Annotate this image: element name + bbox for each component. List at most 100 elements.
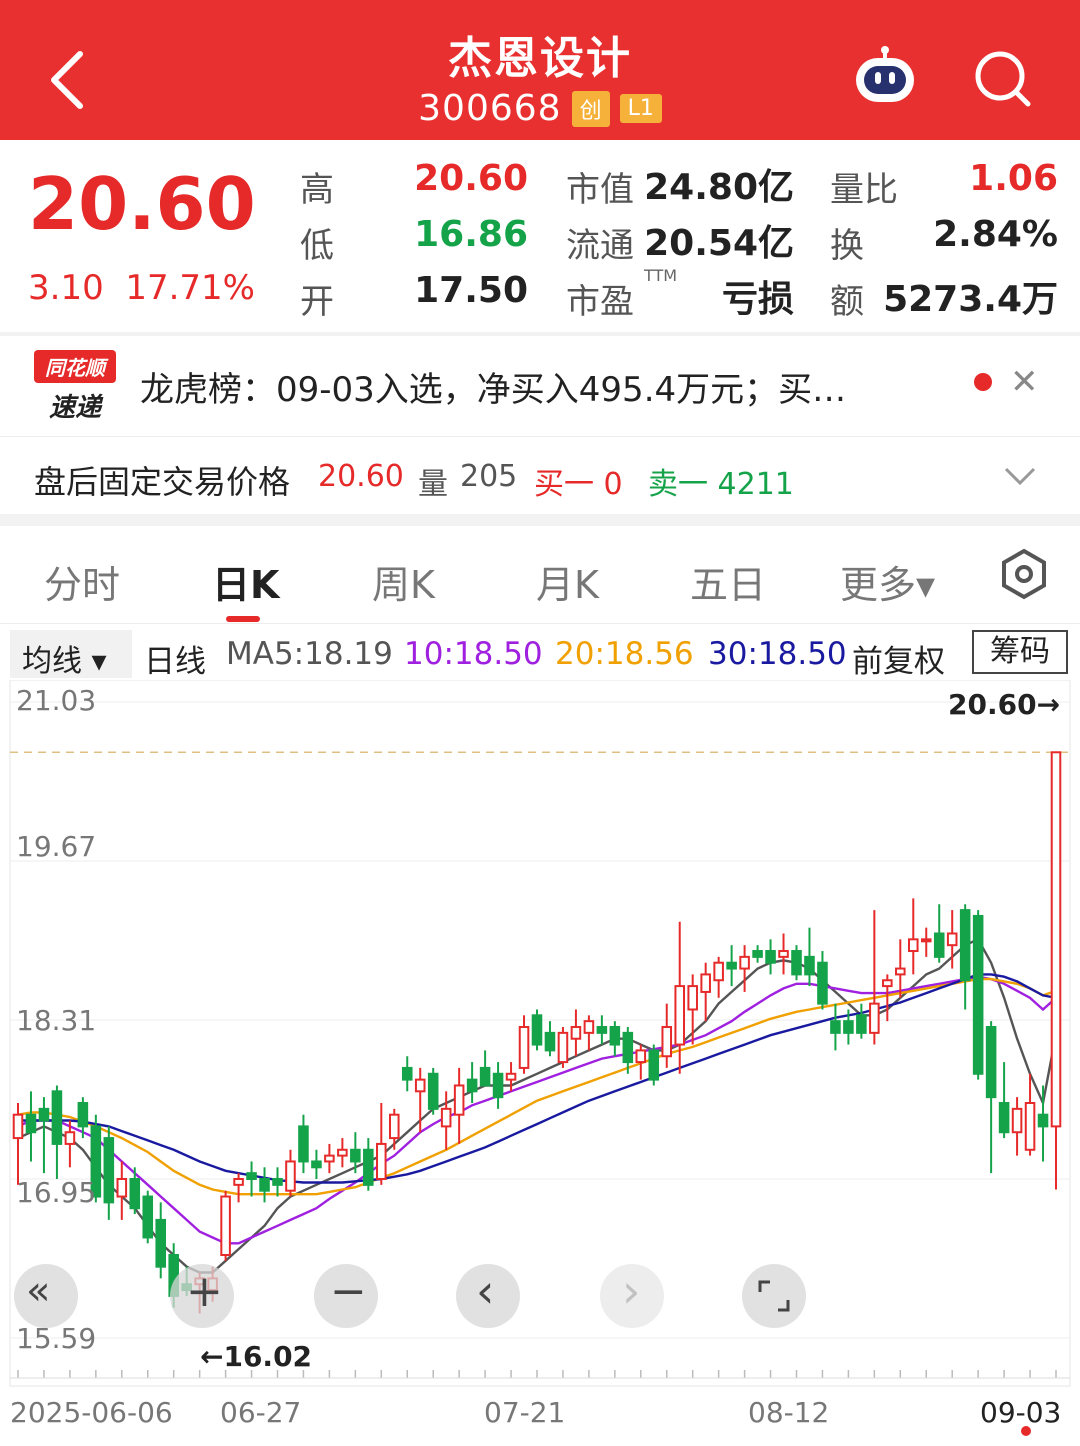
candle xyxy=(233,1173,244,1203)
board-tag: 创 xyxy=(571,90,610,127)
candle xyxy=(882,974,893,1022)
tab-more[interactable]: 更多▾ xyxy=(840,554,935,609)
candle-body xyxy=(804,955,815,976)
ths-express-logo: 同花顺 速递 xyxy=(34,350,116,423)
candle-body xyxy=(713,961,724,982)
pe-label: 市盈 xyxy=(566,282,634,322)
today-dot xyxy=(1021,1426,1031,1436)
candle xyxy=(869,910,880,1045)
candle xyxy=(739,945,750,992)
candle xyxy=(648,1044,660,1086)
candle-body xyxy=(907,938,919,953)
candle xyxy=(259,1167,270,1203)
kline-chart[interactable]: 21.03 19.67 18.31 16.95 15.59 20.60→ ←16… xyxy=(0,680,1080,1446)
candle-body xyxy=(985,1026,997,1099)
robot-assistant-icon[interactable] xyxy=(850,44,920,108)
open-value: 17.50 xyxy=(414,270,528,311)
tab-monthly-k[interactable]: 月K xyxy=(536,554,599,609)
tab-weekly-k[interactable]: 周K xyxy=(372,554,435,609)
candle xyxy=(142,1190,154,1244)
period-tabs: 分时 日K 周K 月K 五日 更多▾ xyxy=(0,526,1080,624)
candle xyxy=(427,1067,439,1115)
candle-body xyxy=(116,1178,128,1198)
candle-body xyxy=(272,1178,283,1186)
candle xyxy=(246,1161,257,1197)
adjust-label[interactable]: 前复权 xyxy=(852,636,945,681)
x-tick-label: 06-27 xyxy=(220,1396,302,1429)
candle xyxy=(466,1062,478,1104)
fast-back-button[interactable]: « xyxy=(14,1264,78,1328)
candle xyxy=(505,1062,517,1092)
candle xyxy=(440,1091,452,1150)
app-header: 杰恩设计 300668 创 L1 xyxy=(0,0,1080,140)
y-tick-label: 16.95 xyxy=(16,1176,97,1209)
candle xyxy=(959,904,971,1010)
pe-value: 亏损 xyxy=(721,279,794,320)
tab-intraday[interactable]: 分时 xyxy=(44,554,120,609)
candle-body xyxy=(856,1014,867,1034)
candle-body xyxy=(64,1131,76,1145)
candle xyxy=(752,945,763,963)
ma20-value: 20:18.56 xyxy=(555,636,694,672)
close-icon[interactable]: ✕ xyxy=(1010,362,1039,402)
candle xyxy=(933,904,945,963)
high-label: 高 xyxy=(300,170,334,210)
ma10-value: 10:18.50 xyxy=(404,636,543,672)
candle-body xyxy=(414,1078,426,1093)
candle-body xyxy=(376,1142,387,1181)
y-tick-label: 21.03 xyxy=(16,684,97,717)
period-label: 日线 xyxy=(144,644,206,680)
move-left-button[interactable]: ‹ xyxy=(456,1264,520,1328)
settings-icon[interactable] xyxy=(998,548,1050,600)
tab-five-day[interactable]: 五日 xyxy=(690,554,766,609)
candle xyxy=(1011,1097,1023,1156)
low-price-marker: ←16.02 xyxy=(200,1340,313,1373)
zoom-out-button[interactable]: − xyxy=(314,1264,378,1328)
candle-body xyxy=(843,1020,854,1034)
candle xyxy=(972,910,984,1080)
candle xyxy=(765,939,776,975)
candle xyxy=(804,927,815,987)
mcap-value: 24.80亿 xyxy=(644,167,794,208)
after-hours-row[interactable]: 盘后固定交易价格 20.60 量 205 买一 0 卖一 4211 xyxy=(0,436,1080,514)
candle-body xyxy=(959,909,971,982)
candle-body xyxy=(557,1031,569,1064)
candle xyxy=(38,1097,50,1174)
chip-button[interactable]: 筹码 xyxy=(972,630,1068,674)
move-right-button[interactable]: › xyxy=(600,1264,664,1328)
candle xyxy=(726,945,737,987)
news-headline[interactable]: 龙虎榜：09-03入选，净买入495.4万元；买… xyxy=(140,362,846,411)
x-tick-label: 09-03 xyxy=(980,1396,1062,1429)
news-banner[interactable]: 同花顺 速递 龙虎榜：09-03入选，净买入495.4万元；买… xyxy=(0,336,1080,432)
ma30-value: 30:18.50 xyxy=(708,636,847,672)
candle-body xyxy=(259,1178,270,1192)
x-tick-label: 07-21 xyxy=(484,1396,566,1429)
candle xyxy=(220,1190,231,1261)
turnover-label: 换 xyxy=(830,226,864,266)
candle-body xyxy=(440,1107,452,1128)
candle xyxy=(583,1015,595,1051)
change-percent: 17.71% xyxy=(125,268,255,308)
candle xyxy=(609,1021,621,1057)
candle xyxy=(791,945,802,981)
ma5-value: MA5:18.19 xyxy=(226,636,393,672)
tab-daily-k[interactable]: 日K xyxy=(212,554,279,609)
candle-body xyxy=(596,1026,608,1034)
candle xyxy=(531,1009,543,1051)
change-amount: 3.10 xyxy=(28,268,104,308)
x-tick-label: 08-12 xyxy=(748,1396,830,1429)
candle-body xyxy=(920,938,932,943)
zoom-in-button[interactable]: + xyxy=(170,1264,234,1328)
fullscreen-button[interactable] xyxy=(742,1264,806,1328)
search-icon[interactable] xyxy=(970,46,1034,110)
candle xyxy=(388,1108,400,1150)
candle-body xyxy=(51,1090,63,1145)
mcap-label: 市值 xyxy=(566,170,634,210)
kline-svg[interactable] xyxy=(0,680,1080,1446)
candle-body xyxy=(583,1020,595,1034)
chevron-down-icon[interactable] xyxy=(1002,465,1038,487)
candle-body xyxy=(285,1160,296,1192)
candle xyxy=(544,1021,556,1057)
ma-selector[interactable]: 均线 ▾ xyxy=(10,630,132,679)
candle xyxy=(116,1161,128,1220)
